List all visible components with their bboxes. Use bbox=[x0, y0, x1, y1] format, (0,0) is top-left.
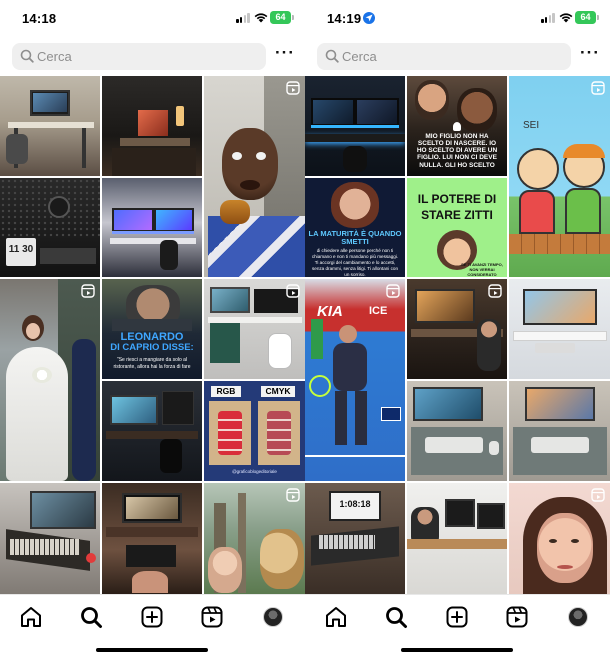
home-icon[interactable] bbox=[18, 604, 44, 630]
reel-thumbnail[interactable] bbox=[204, 483, 305, 594]
search-field[interactable] bbox=[12, 43, 266, 70]
search-icon[interactable] bbox=[383, 604, 409, 630]
wifi-icon bbox=[559, 13, 573, 23]
reel-icon bbox=[286, 81, 300, 95]
post-caption: "Se riesci a mangiare da solo al ristora… bbox=[113, 357, 191, 370]
clock-text: 11 30 bbox=[8, 244, 34, 255]
reel-icon bbox=[591, 488, 605, 502]
post-thumbnail[interactable]: LEONARDO DI CAPRIO DISSE: "Se riesci a m… bbox=[102, 279, 202, 379]
status-time: 14:18 bbox=[22, 11, 57, 26]
post-headline: LA MATURITÀ È QUANDO SMETTI bbox=[308, 229, 402, 247]
post-caption: @graficoblogeditoriale bbox=[232, 469, 277, 474]
post-thumbnail[interactable] bbox=[0, 483, 100, 594]
profile-avatar[interactable] bbox=[565, 604, 591, 630]
status-time: 14:19 bbox=[327, 11, 362, 26]
post-thumbnail[interactable] bbox=[102, 381, 202, 481]
battery-indicator: 64 bbox=[270, 11, 294, 24]
reel-thumbnail[interactable] bbox=[0, 279, 100, 481]
location-icon bbox=[363, 12, 375, 24]
home-indicator bbox=[401, 648, 513, 652]
more-options-button[interactable]: ··· bbox=[274, 44, 296, 66]
post-thumbnail[interactable] bbox=[407, 483, 507, 594]
create-icon[interactable] bbox=[139, 604, 165, 630]
search-field[interactable] bbox=[317, 43, 571, 70]
more-options-button[interactable]: ··· bbox=[579, 44, 601, 66]
post-caption: SEI bbox=[523, 120, 540, 131]
post-thumbnail[interactable] bbox=[305, 76, 405, 176]
reel-icon bbox=[286, 284, 300, 298]
post-thumbnail[interactable]: RGB CMYK @graficoblogeditoriale bbox=[204, 381, 305, 481]
wifi-icon bbox=[254, 13, 268, 23]
left-screen: 14:18 64 ··· bbox=[0, 0, 305, 660]
cellular-signal-icon bbox=[541, 13, 555, 23]
right-screen: 14:19 64 ··· bbox=[305, 0, 610, 660]
post-thumbnail[interactable] bbox=[102, 178, 202, 277]
post-thumbnail[interactable]: 11 30 bbox=[0, 178, 100, 277]
post-thumbnail[interactable]: IL POTERE DI STARE ZITTI SE TI AVANZI TE… bbox=[407, 178, 507, 277]
search-input[interactable] bbox=[37, 43, 257, 70]
post-caption: KIA bbox=[317, 303, 343, 320]
explore-grid: 11 30 LEONARDO DI CAPRIO DISSE: "Se ries… bbox=[0, 76, 305, 594]
reel-icon bbox=[591, 81, 605, 95]
home-indicator bbox=[96, 648, 208, 652]
battery-indicator: 64 bbox=[575, 11, 599, 24]
reel-icon bbox=[81, 284, 95, 298]
post-caption: ICE bbox=[369, 305, 388, 317]
rgb-label: RGB bbox=[211, 386, 241, 397]
post-caption: di chiedere alle persone perché non ti c… bbox=[311, 248, 399, 277]
post-thumbnail[interactable] bbox=[509, 381, 610, 481]
reels-icon[interactable] bbox=[504, 604, 530, 630]
create-icon[interactable] bbox=[444, 604, 470, 630]
reels-icon[interactable] bbox=[199, 604, 225, 630]
reel-icon bbox=[386, 284, 400, 298]
reel-thumbnail[interactable]: SEI bbox=[509, 76, 610, 277]
post-thumbnail[interactable] bbox=[102, 483, 202, 594]
search-icon[interactable] bbox=[78, 604, 104, 630]
post-thumbnail[interactable] bbox=[407, 381, 507, 481]
post-thumbnail[interactable] bbox=[102, 76, 202, 176]
reel-thumbnail[interactable] bbox=[204, 279, 305, 379]
home-icon[interactable] bbox=[323, 604, 349, 630]
explore-grid: MIO FIGLIO NON HA SCELTO DI NASCERE. IO … bbox=[305, 76, 610, 594]
post-thumbnail[interactable]: LA MATURITÀ È QUANDO SMETTI di chiedere … bbox=[305, 178, 405, 277]
post-headline: DI CAPRIO DISSE: bbox=[110, 342, 194, 353]
search-icon bbox=[20, 49, 34, 63]
status-bar: 14:19 64 bbox=[305, 0, 610, 38]
clock-text: 1:08:18 bbox=[339, 499, 371, 509]
post-thumbnail[interactable] bbox=[0, 76, 100, 176]
post-thumbnail[interactable]: 1:08:18 bbox=[305, 483, 405, 594]
post-thumbnail[interactable] bbox=[509, 279, 610, 379]
post-headline: IL POTERE DI bbox=[417, 192, 497, 206]
post-thumbnail[interactable]: MIO FIGLIO NON HA SCELTO DI NASCERE. IO … bbox=[407, 76, 507, 176]
reel-thumbnail[interactable]: KIA ICE bbox=[305, 279, 405, 481]
reel-icon bbox=[488, 284, 502, 298]
reel-thumbnail[interactable] bbox=[204, 76, 305, 277]
reel-icon bbox=[286, 488, 300, 502]
search-icon bbox=[325, 49, 339, 63]
post-caption: MIO FIGLIO NON HA SCELTO DI NASCERE. IO … bbox=[416, 133, 498, 169]
post-headline: STARE ZITTI bbox=[421, 208, 493, 222]
reel-thumbnail[interactable] bbox=[509, 483, 610, 594]
search-input[interactable] bbox=[342, 43, 562, 70]
cellular-signal-icon bbox=[236, 13, 250, 23]
post-caption: SE TI AVANZI TEMPO, NON VERRAI CONSIDERA… bbox=[461, 262, 503, 277]
status-bar: 14:18 64 bbox=[0, 0, 305, 38]
profile-avatar[interactable] bbox=[260, 604, 286, 630]
reel-thumbnail[interactable] bbox=[407, 279, 507, 379]
cmyk-label: CMYK bbox=[261, 386, 295, 397]
